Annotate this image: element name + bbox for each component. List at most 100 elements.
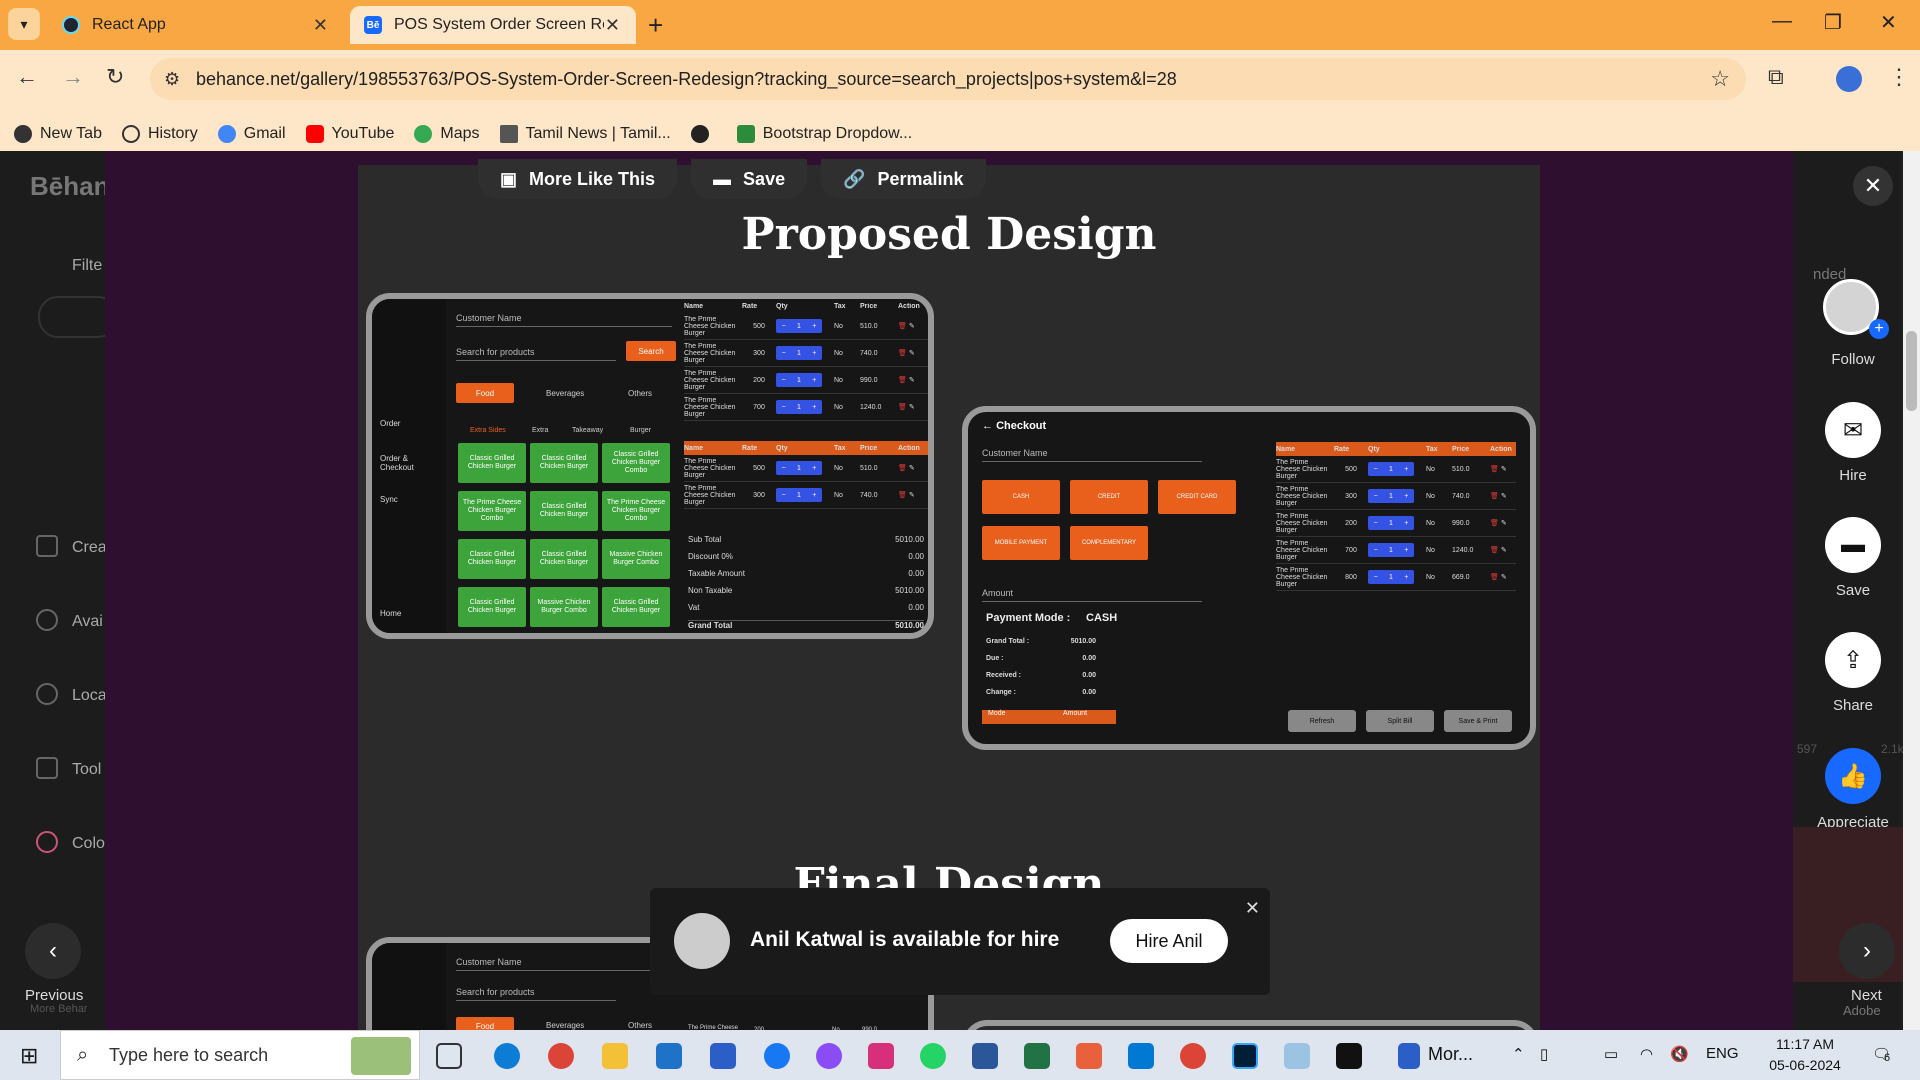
qty-stepper: − 1 +: [776, 461, 822, 475]
outlook-icon[interactable]: [1398, 1043, 1420, 1069]
edit-icon: ✎: [1498, 520, 1507, 527]
forward-button[interactable]: →: [62, 64, 84, 90]
bookmark-tamil-news[interactable]: Tamil News | Tamil...: [499, 125, 671, 143]
summary-value: 5010.00: [895, 535, 924, 544]
back-button[interactable]: ←: [16, 64, 38, 90]
word-icon[interactable]: [972, 1043, 998, 1069]
more-app-label[interactable]: Mor...: [1428, 1044, 1473, 1065]
bookmark-history[interactable]: History: [121, 125, 198, 143]
qty-stepper: − 1 +: [1368, 516, 1414, 530]
share-button[interactable]: ⇪: [1825, 632, 1881, 688]
bookmark-star-icon[interactable]: ☆: [1710, 66, 1730, 92]
pos-search-button: Search: [626, 341, 676, 361]
store-icon[interactable]: [710, 1043, 736, 1069]
bookmark-bootstrap[interactable]: Bootstrap Dropdow...: [736, 125, 912, 143]
color-icon: [36, 831, 58, 853]
more-like-this-button[interactable]: ▣ More Like This: [478, 159, 678, 199]
column-header: Action: [1490, 445, 1512, 453]
minus-icon: −: [1373, 492, 1378, 500]
column-header: Price: [1452, 445, 1470, 453]
device-icon[interactable]: ▯: [1540, 1045, 1548, 1063]
tab-search-button[interactable]: ▾: [8, 8, 40, 40]
cart-row: The Prime Cheese Chicken Burger 700 − 1 + No 1…: [684, 394, 928, 421]
volume-muted-icon[interactable]: 🔇: [1670, 1045, 1689, 1063]
history-icon: [121, 125, 140, 143]
facebook-icon[interactable]: [764, 1043, 790, 1069]
close-tab-icon[interactable]: ✕: [605, 15, 620, 36]
previous-button[interactable]: ‹: [25, 923, 81, 979]
battery-icon[interactable]: ▭: [1604, 1045, 1618, 1063]
save-top-button[interactable]: ▬ Save: [691, 159, 808, 199]
bookmark-unnamed[interactable]: [690, 125, 717, 143]
file-explorer-icon[interactable]: [602, 1043, 628, 1069]
extensions-icon[interactable]: ⧉: [1768, 64, 1784, 90]
windows-start-icon[interactable]: ⊞: [20, 1043, 38, 1069]
menu-icon[interactable]: ⋮: [1888, 64, 1910, 90]
task-view-icon[interactable]: [436, 1043, 462, 1069]
hire-button[interactable]: ✉: [1825, 402, 1881, 458]
taskbar-search[interactable]: ⌕ Type here to search: [60, 1030, 420, 1080]
bookmark-maps[interactable]: Maps: [414, 125, 480, 143]
language-indicator[interactable]: ENG: [1706, 1045, 1739, 1062]
column-header: Rate: [742, 302, 758, 310]
item-name: The Prime Cheese Chicken Burger: [1276, 458, 1328, 480]
reload-button[interactable]: ↻: [106, 64, 124, 90]
restore-button[interactable]: ❐: [1824, 10, 1842, 35]
site-settings-icon[interactable]: ⚙: [164, 69, 180, 90]
tab-react-app[interactable]: React App ✕: [48, 6, 344, 44]
minus-icon: −: [1373, 546, 1378, 554]
vscode-icon[interactable]: [1128, 1043, 1154, 1069]
mail-icon[interactable]: [656, 1043, 682, 1069]
pos-cat-beverages: Beverages: [546, 389, 585, 398]
close-tab-icon[interactable]: ✕: [313, 15, 328, 36]
bookmark-gmail[interactable]: Gmail: [217, 125, 286, 143]
bookmark-youtube[interactable]: YouTube: [305, 125, 394, 143]
hire-anil-button[interactable]: Hire Anil: [1110, 919, 1228, 963]
tab-behance[interactable]: Bē POS System Order Screen Rede ✕: [350, 6, 636, 44]
follow-plus-icon[interactable]: +: [1869, 319, 1889, 339]
page-scrollbar[interactable]: [1903, 151, 1920, 1030]
product-tile: The Prime Cheese Chicken Burger Combo: [458, 491, 526, 531]
excel-icon[interactable]: [1024, 1043, 1050, 1069]
chrome-icon[interactable]: [548, 1043, 574, 1069]
minimize-button[interactable]: —: [1772, 10, 1792, 33]
edit-icon: ✎: [1498, 493, 1507, 500]
column-header: Action: [898, 302, 920, 310]
summary-value: 5010.00: [895, 586, 924, 595]
app-icon[interactable]: [1076, 1043, 1102, 1069]
product-tile: Classic Grilled Chicken Burger: [458, 443, 526, 483]
close-project-button[interactable]: ✕: [1853, 166, 1893, 206]
appreciate-button[interactable]: 👍: [1825, 748, 1881, 804]
minus-icon: −: [781, 491, 786, 499]
delete-icon: 🗑: [898, 404, 907, 411]
qty-stepper: − 1 +: [1368, 543, 1414, 557]
whatsapp-icon[interactable]: [920, 1043, 946, 1069]
close-banner-icon[interactable]: ✕: [1245, 898, 1260, 919]
terminal-icon[interactable]: [1336, 1043, 1362, 1069]
location-icon: [36, 683, 58, 705]
total-value: 5010.00: [1070, 638, 1096, 645]
close-window-button[interactable]: ✕: [1880, 10, 1897, 35]
photoshop-icon[interactable]: [1232, 1043, 1258, 1069]
wifi-icon[interactable]: ◠: [1640, 1045, 1653, 1063]
save-project-button[interactable]: ▬: [1825, 517, 1881, 573]
adobe-label: Adobe: [1843, 1003, 1881, 1018]
edge-icon[interactable]: [494, 1043, 520, 1069]
chrome-active-icon[interactable]: [1180, 1043, 1206, 1069]
app-icon[interactable]: [1284, 1043, 1310, 1069]
address-bar[interactable]: ⚙ behance.net/gallery/198553763/POS-Syst…: [150, 58, 1746, 100]
profile-avatar[interactable]: [1836, 66, 1862, 92]
system-clock[interactable]: 11:17 AM 05-06-2024: [1760, 1034, 1850, 1076]
bookmark-new-tab[interactable]: New Tab: [14, 125, 102, 143]
chevron-up-icon[interactable]: ⌃: [1512, 1045, 1525, 1063]
total-value: 0.00: [1082, 689, 1096, 696]
cart-row: The Prime Cheese Chicken Burger 300 − 1 + No 7…: [1276, 483, 1516, 510]
summary-label: Grand Total: [688, 621, 733, 630]
permalink-button[interactable]: 🔗 Permalink: [821, 159, 986, 199]
new-tab-button[interactable]: +: [648, 10, 663, 41]
scroll-thumb[interactable]: [1906, 331, 1917, 411]
messenger-icon[interactable]: [816, 1043, 842, 1069]
next-button[interactable]: ›: [1839, 923, 1895, 979]
instagram-icon[interactable]: [868, 1043, 894, 1069]
summary-row: Taxable Amount 0.00: [688, 569, 924, 578]
